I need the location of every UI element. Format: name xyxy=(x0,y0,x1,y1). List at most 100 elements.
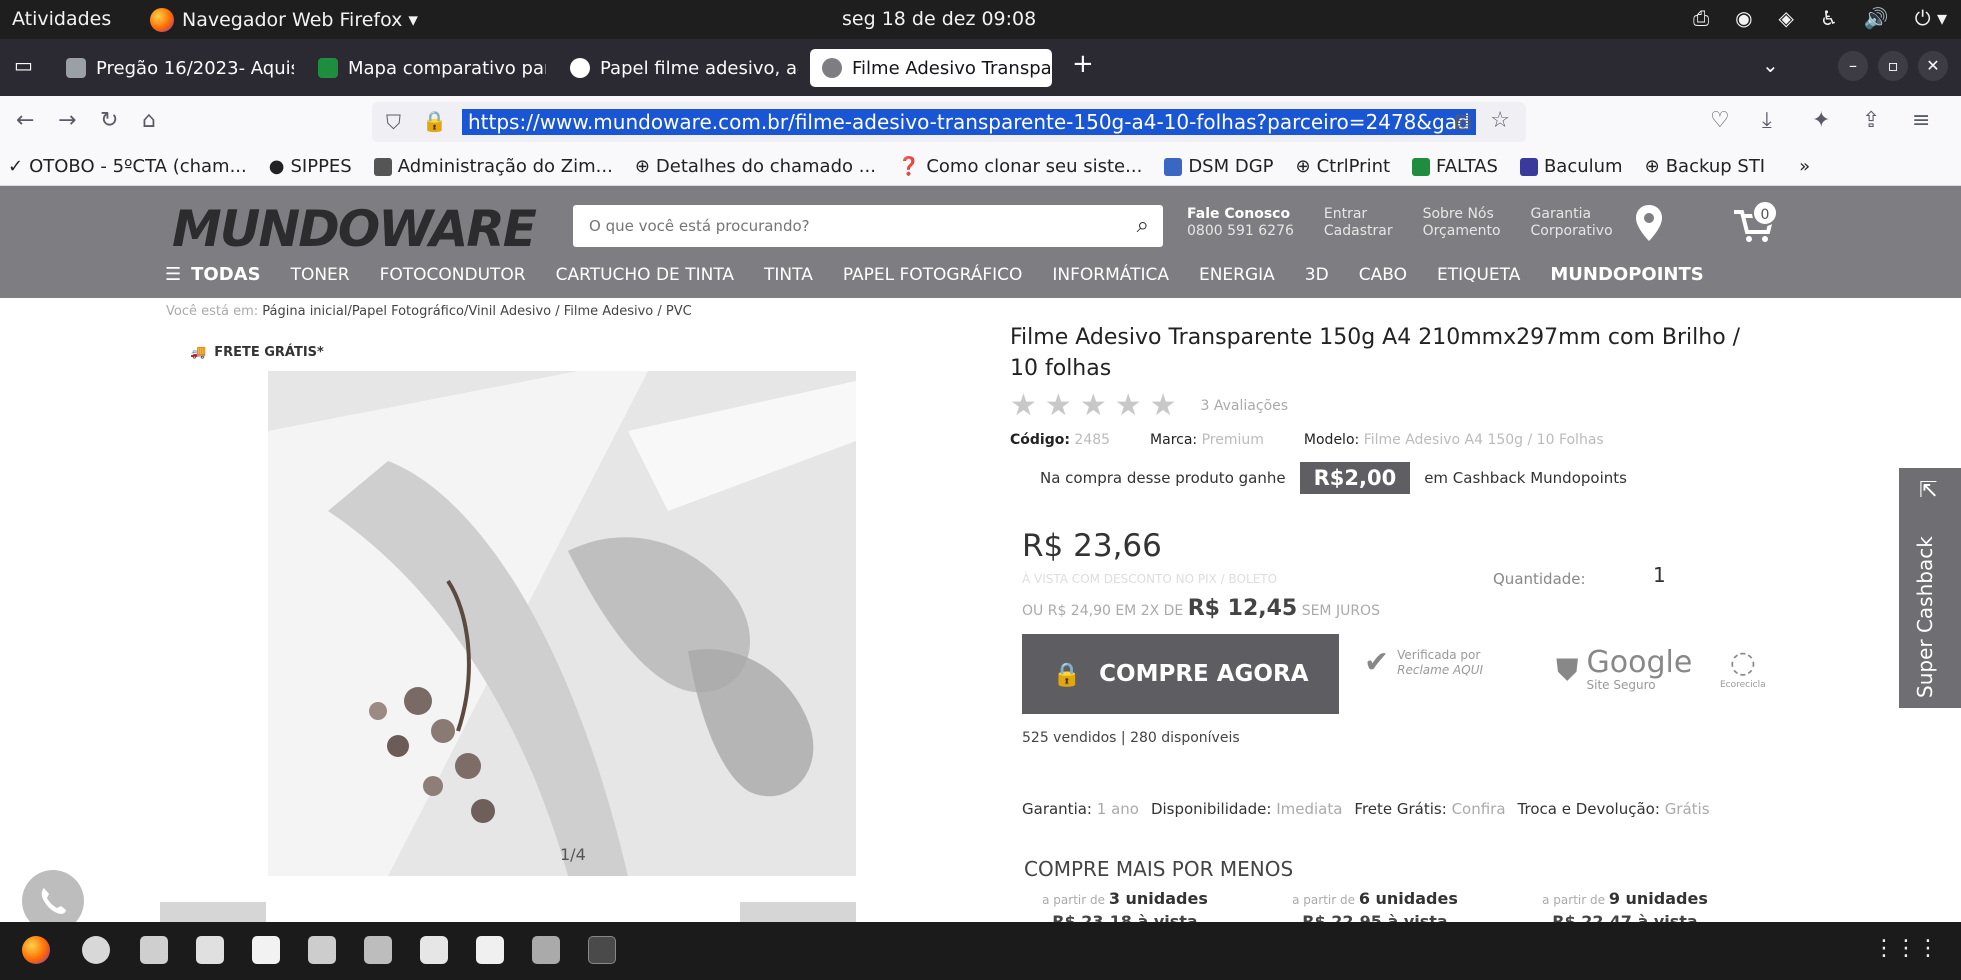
files-icon[interactable] xyxy=(140,936,168,964)
google-safe-seal[interactable]: ⛊ Google Site Seguro xyxy=(1556,648,1692,693)
writer-icon[interactable] xyxy=(252,936,280,964)
chrome-icon[interactable] xyxy=(82,936,110,964)
bookmark-star-icon[interactable]: ☆ xyxy=(1490,108,1510,133)
minimize-button[interactable]: – xyxy=(1838,51,1868,81)
rating-stars[interactable]: ★ ★ ★ ★ ★ 3 Avaliações xyxy=(1010,388,1288,423)
home-icon[interactable]: ⌂ xyxy=(142,108,156,133)
category-energia[interactable]: ENERGIA xyxy=(1199,265,1275,285)
tab-list-icon[interactable]: ▭ xyxy=(14,53,33,77)
terminal-icon[interactable] xyxy=(588,936,616,964)
menu-icon[interactable]: ≡ xyxy=(1912,108,1930,133)
bookmark-ctrlprint[interactable]: ⊕ CtrlPrint xyxy=(1296,156,1391,177)
volume-icon[interactable]: 🔊 xyxy=(1864,6,1889,30)
contact-link[interactable]: Fale Conosco 0800 591 6276 xyxy=(1187,206,1294,240)
product-image[interactable]: 1/4 xyxy=(268,371,856,876)
clock[interactable]: seg 18 de dez 09:08 xyxy=(842,8,1036,30)
category-papel[interactable]: PAPEL FOTOGRÁFICO xyxy=(843,265,1023,285)
bookmark-backup[interactable]: ⊕ Backup STI xyxy=(1645,156,1766,177)
app-menu[interactable]: Navegador Web Firefox ▾ xyxy=(150,8,418,32)
tab-overflow-icon[interactable]: ⌄ xyxy=(1762,53,1779,77)
buy-now-button[interactable]: 🔒 COMPRE AGORA xyxy=(1022,634,1339,714)
category-toner[interactable]: TONER xyxy=(291,265,350,285)
remote-icon[interactable] xyxy=(532,936,560,964)
register-link[interactable]: Cadastrar xyxy=(1324,223,1393,239)
category-3d[interactable]: 3D xyxy=(1305,265,1329,285)
tab-mapa[interactable]: Mapa comparativo para ✕ xyxy=(306,49,546,87)
category-cabo[interactable]: CABO xyxy=(1359,265,1407,285)
bulk-tier[interactable]: a partir de 3 unidades xyxy=(1000,889,1250,908)
bookmarks-overflow-icon[interactable]: » xyxy=(1799,156,1810,177)
review-count[interactable]: 3 Avaliações xyxy=(1201,398,1289,414)
close-window-button[interactable]: ✕ xyxy=(1918,51,1948,81)
calc-icon[interactable] xyxy=(196,936,224,964)
bookmark-clonar[interactable]: ❓ Como clonar seu siste... xyxy=(898,156,1142,177)
super-cashback-tab[interactable]: ⇱ Super Cashback xyxy=(1899,468,1961,708)
category-fotocondutor[interactable]: FOTOCONDUTOR xyxy=(380,265,526,285)
about-links[interactable]: Sobre Nós Orçamento xyxy=(1423,206,1501,240)
tab-pregao[interactable]: Pregão 16/2023- Aquisiç ✕ xyxy=(54,49,294,87)
ecorecicla-seal[interactable]: ◌ Ecorecicla xyxy=(1720,648,1766,693)
image-pager[interactable]: 1/4 xyxy=(560,845,586,864)
about-link[interactable]: Sobre Nós xyxy=(1423,206,1494,222)
bookmark-sippes[interactable]: ● SIPPES xyxy=(269,156,352,177)
corporate-link[interactable]: Corporativo xyxy=(1531,223,1613,239)
firefox-icon[interactable] xyxy=(22,936,50,964)
impress-icon[interactable] xyxy=(308,936,336,964)
location-pin-icon[interactable] xyxy=(1634,204,1664,242)
network-icon[interactable]: ◉ xyxy=(1735,6,1752,30)
screen-icon[interactable] xyxy=(364,936,392,964)
warranty-links[interactable]: Garantia Corporativo xyxy=(1531,206,1613,240)
search-input[interactable] xyxy=(573,205,1113,247)
category-cartucho[interactable]: CARTUCHO DE TINTA xyxy=(556,265,734,285)
bulk-tier[interactable]: a partir de 6 unidades xyxy=(1250,889,1500,908)
power-icon[interactable]: ⏻ ▾ xyxy=(1915,6,1947,30)
extension-icon[interactable]: ◈ xyxy=(1779,6,1794,30)
share-icon[interactable]: ⇪ xyxy=(1862,108,1880,133)
accessibility-icon[interactable]: ♿ xyxy=(1820,6,1838,30)
warranty-link[interactable]: Garantia xyxy=(1531,206,1592,222)
bulk-tier[interactable]: a partir de 9 unidades xyxy=(1500,889,1750,908)
category-etiqueta[interactable]: ETIQUETA xyxy=(1437,265,1520,285)
search-icon[interactable]: ⌕ xyxy=(1137,213,1149,238)
download-icon[interactable]: ⤓ xyxy=(1762,108,1772,133)
package-icon[interactable] xyxy=(420,936,448,964)
quote-link[interactable]: Orçamento xyxy=(1423,223,1501,239)
shield-icon[interactable]: ⛉ xyxy=(386,110,401,134)
reader-view-icon[interactable]: ▤ xyxy=(1454,110,1472,132)
quantity-field[interactable]: 1 xyxy=(1653,563,1666,587)
bookmark-faltas[interactable]: FALTAS xyxy=(1412,156,1498,177)
tab-papel[interactable]: Papel filme adesivo, a4, ✕ xyxy=(558,49,798,87)
login-link[interactable]: Entrar xyxy=(1324,206,1367,222)
reload-icon[interactable]: ↻ xyxy=(100,108,118,133)
account-links[interactable]: Entrar Cadastrar xyxy=(1324,206,1393,240)
printer-icon[interactable]: ⎙ xyxy=(1693,6,1709,30)
extensions-icon[interactable]: ✦ xyxy=(1812,108,1830,133)
new-tab-button[interactable]: + xyxy=(1072,49,1094,79)
forward-icon[interactable]: → xyxy=(58,108,76,133)
cart-button[interactable]: 0 xyxy=(1730,200,1778,244)
notes-icon[interactable] xyxy=(476,936,504,964)
bookmark-zimbra[interactable]: Administração do Zim... xyxy=(373,156,613,177)
lock-icon[interactable]: 🔒 xyxy=(422,109,447,133)
url-bar[interactable]: ⛉ 🔒 https://www.mundoware.com.br/filme-a… xyxy=(372,102,1526,142)
pocket-icon[interactable]: ♡ xyxy=(1710,108,1730,133)
category-mundopoints[interactable]: MUNDOPOINTS xyxy=(1550,264,1703,285)
bookmark-baculum[interactable]: Baculum xyxy=(1519,156,1623,177)
site-logo[interactable]: MUNDOWARE xyxy=(172,200,537,258)
category-informatica[interactable]: INFORMÁTICA xyxy=(1052,265,1169,285)
bookmark-otobo[interactable]: ✓ OTOBO - 5ºCTA (cham... xyxy=(8,156,247,177)
tab-filme-active[interactable]: Filme Adesivo Transpare ✕ xyxy=(810,49,1052,87)
breadcrumb-path[interactable]: Página inicial/Papel Fotográfico/Vinil A… xyxy=(262,304,691,319)
system-tray[interactable]: ⎙ ◉ ◈ ♿ 🔊 ⏻ ▾ xyxy=(1693,6,1947,30)
url-text[interactable]: https://www.mundoware.com.br/filme-adesi… xyxy=(462,109,1476,135)
maximize-button[interactable]: ▫ xyxy=(1878,51,1908,81)
app-grid-icon[interactable]: ⋮⋮⋮ xyxy=(1873,936,1939,961)
site-search[interactable]: ⌕ xyxy=(573,205,1163,247)
bookmark-dsm[interactable]: DSM DGP xyxy=(1164,156,1274,177)
category-tinta[interactable]: TINTA xyxy=(764,265,813,285)
reclame-aqui-seal[interactable]: ✔ Verificada por Reclame AQUI xyxy=(1364,648,1483,678)
back-icon[interactable]: ← xyxy=(16,108,34,133)
bookmark-chamado[interactable]: ⊕ Detalhes do chamado ... xyxy=(635,156,876,177)
activities-button[interactable]: Atividades xyxy=(12,8,111,30)
all-categories-menu[interactable]: ☰ TODAS xyxy=(165,264,261,285)
